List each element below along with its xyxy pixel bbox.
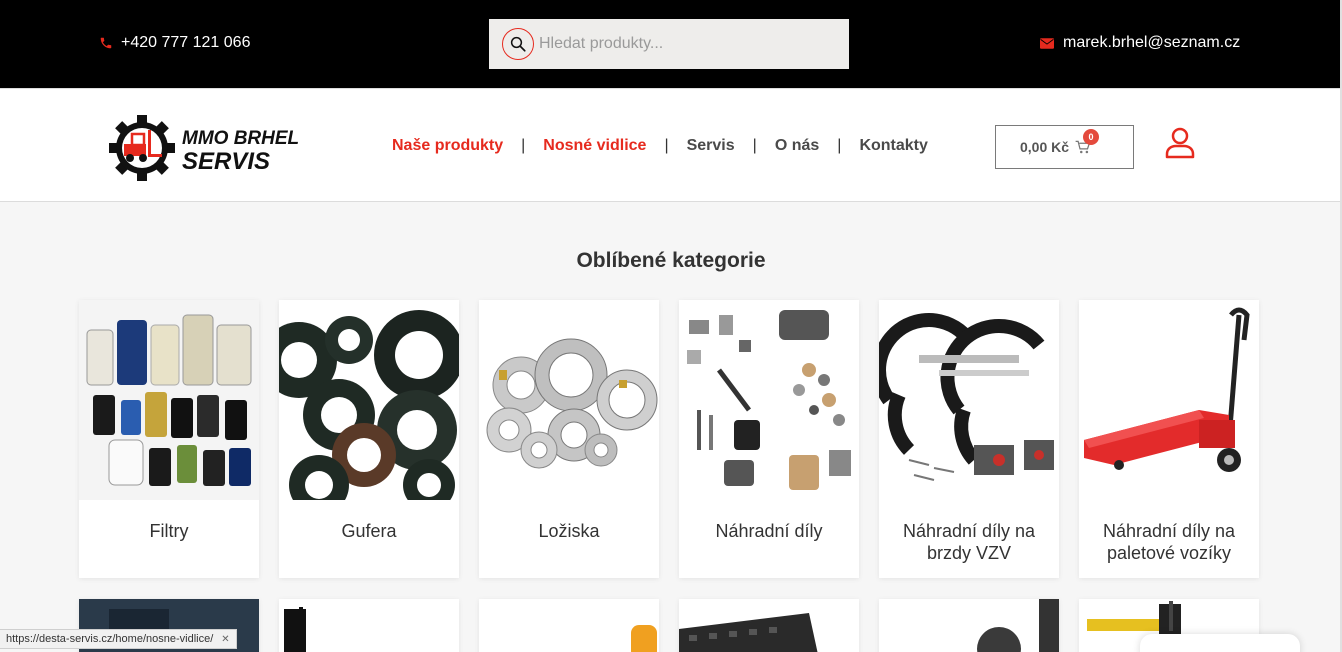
nav-item-kontakty[interactable]: Kontakty	[859, 137, 927, 155]
section-title: Oblíbené kategorie	[576, 249, 766, 272]
chat-widget[interactable]	[1140, 634, 1300, 652]
category-label: Náhradní díly na paletové vozíky	[1102, 521, 1236, 563]
category-label: Gufera	[341, 521, 397, 541]
category-card-brzdy-vzv[interactable]: Náhradní díly na brzdy VZV	[879, 300, 1059, 578]
search-bar	[489, 19, 849, 69]
category-card-partial[interactable]	[679, 599, 859, 652]
top-bar: +420 777 121 066 marek.brhel@seznam.cz	[0, 0, 1342, 88]
envelope-icon	[1040, 37, 1054, 49]
main-header: MMO BRHEL SERVIS Naše produkty | Nosné v…	[0, 94, 1342, 202]
cart-count-badge: 0	[1083, 129, 1100, 145]
nav-separator: |	[752, 137, 757, 154]
user-account-icon[interactable]	[1165, 127, 1195, 164]
nav-separator: |	[521, 137, 526, 154]
category-card-paletove-voziky[interactable]: Náhradní díly na paletové vozíky	[1079, 300, 1259, 578]
category-label: Náhradní díly	[715, 521, 823, 541]
category-card-nahradni-dily[interactable]: Náhradní díly	[679, 300, 859, 578]
category-label: Filtry	[149, 521, 189, 541]
status-url: https://desta-servis.cz/home/nosne-vidli…	[6, 633, 214, 645]
search-icon[interactable]	[502, 28, 534, 60]
main-nav: Naše produkty | Nosné vidlice | Servis |…	[392, 137, 928, 155]
email-address: marek.brhel@seznam.cz	[1063, 34, 1241, 51]
filters-image	[79, 300, 259, 500]
nav-item-servis[interactable]: Servis	[687, 137, 735, 155]
email-contact[interactable]: marek.brhel@seznam.cz	[1040, 34, 1240, 52]
logo-line2: SERVIS	[182, 148, 270, 175]
brake-parts-image	[879, 300, 1059, 500]
nav-separator: |	[664, 137, 669, 154]
category-card-filtry[interactable]: Filtry	[79, 300, 259, 578]
category-label: Náhradní díly na brzdy VZV	[902, 521, 1036, 563]
category-label: Ložiska	[538, 521, 600, 541]
phone-number: +420 777 121 066	[121, 34, 251, 51]
logo-line1: MMO BRHEL	[182, 128, 299, 149]
site-logo[interactable]: MMO BRHEL SERVIS	[108, 114, 320, 182]
pallet-truck-image	[1079, 300, 1259, 500]
category-card-loziska[interactable]: Ložiska	[479, 300, 659, 578]
nav-separator: |	[837, 137, 842, 154]
nav-item-o-nas[interactable]: O nás	[775, 137, 819, 155]
search-input[interactable]	[539, 35, 829, 53]
bearings-image	[479, 300, 659, 500]
category-card-partial[interactable]	[879, 599, 1059, 652]
close-icon: ✕	[221, 633, 230, 645]
spare-parts-image	[679, 300, 859, 500]
category-card-gufera[interactable]: Gufera	[279, 300, 459, 578]
seals-image	[279, 300, 459, 500]
nav-item-nosne-vidlice[interactable]: Nosné vidlice	[543, 137, 646, 155]
cart-total: 0,00 Kč	[1020, 139, 1070, 155]
category-card-partial[interactable]	[279, 599, 459, 652]
phone-contact[interactable]: +420 777 121 066	[99, 34, 250, 52]
cart-button[interactable]: 0,00 Kč 0	[995, 125, 1134, 169]
category-card-partial[interactable]	[479, 599, 659, 652]
phone-icon	[99, 36, 113, 50]
cart-icon: 0	[1075, 129, 1100, 154]
nav-item-nase-produkty[interactable]: Naše produkty	[392, 137, 503, 155]
browser-status-bar: https://desta-servis.cz/home/nosne-vidli…	[0, 629, 237, 649]
